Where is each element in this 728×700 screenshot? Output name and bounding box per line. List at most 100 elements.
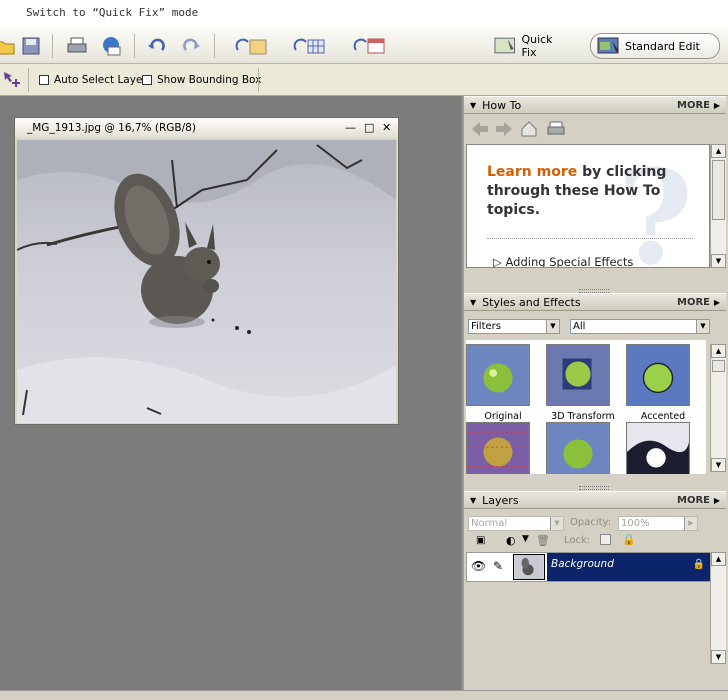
- scroll-thumb[interactable]: [712, 160, 725, 220]
- collapse-triangle-icon[interactable]: ▼: [470, 496, 476, 505]
- styles-category-select[interactable]: Filters ▼: [468, 319, 560, 334]
- how-to-scrollbar[interactable]: ▲ ▼: [710, 144, 726, 268]
- scroll-up-icon[interactable]: ▲: [711, 552, 726, 566]
- style-thumb-blur[interactable]: [546, 422, 620, 474]
- adjustment-layer-icon[interactable]: ◐: [506, 534, 516, 547]
- print-icon[interactable]: [546, 120, 566, 138]
- quick-fix-label: Quick Fix: [521, 33, 553, 59]
- how-to-more-button[interactable]: MORE: [677, 100, 710, 111]
- blend-mode-value: Normal: [471, 518, 508, 529]
- document-title-bar[interactable]: _MG_1913.jpg @ 16,7% (RGB/8): [15, 118, 398, 138]
- more-arrow-icon[interactable]: ▶: [714, 496, 720, 505]
- eye-icon[interactable]: 👁: [471, 559, 486, 573]
- collapse-triangle-icon[interactable]: ▼: [470, 298, 476, 307]
- options-separator: [258, 68, 259, 92]
- caption-text: Switch to “Quick Fix” mode: [26, 6, 199, 19]
- learn-more-link[interactable]: Learn more: [487, 164, 577, 180]
- redo-icon[interactable]: [180, 36, 202, 56]
- chevron-down-icon[interactable]: ▼: [546, 320, 559, 333]
- brush-icon[interactable]: ✎: [493, 559, 503, 573]
- email-icon[interactable]: [100, 36, 122, 56]
- undo-icon[interactable]: [146, 36, 168, 56]
- how-to-topic-label: Adding Special Effects: [505, 255, 634, 268]
- scroll-down-icon[interactable]: ▼: [711, 254, 726, 268]
- document-window[interactable]: _MG_1913.jpg @ 16,7% (RGB/8) — □ ✕: [14, 117, 399, 425]
- layer-row-background[interactable]: 👁 ✎ Background 🔒: [466, 552, 711, 582]
- apple-thumbnail: [546, 344, 610, 406]
- grid-icon[interactable]: [292, 36, 328, 56]
- layer-name-cell[interactable]: Background 🔒: [547, 553, 711, 581]
- opacity-field[interactable]: 100% ▶: [618, 516, 698, 531]
- status-bar: [0, 690, 728, 700]
- save-icon[interactable]: [20, 36, 42, 56]
- style-thumb-threshold[interactable]: [626, 422, 700, 474]
- opacity-value: 100%: [621, 518, 650, 529]
- calendar-icon[interactable]: [352, 36, 388, 56]
- close-icon[interactable]: ✕: [382, 121, 391, 134]
- layers-scrollbar[interactable]: ▲ ▼: [710, 552, 726, 664]
- lock-transparency-icon[interactable]: [600, 534, 611, 545]
- more-arrow-icon[interactable]: ▶: [714, 101, 720, 110]
- styles-more-button[interactable]: MORE: [677, 297, 710, 308]
- chevron-down-icon[interactable]: ▼: [550, 517, 563, 530]
- quick-fix-button[interactable]: Quick Fix: [488, 33, 580, 59]
- scroll-thumb[interactable]: [712, 360, 725, 372]
- main-toolbar: Quick Fix Standard Edit: [0, 28, 728, 64]
- apple-thumbnail: [626, 422, 690, 474]
- how-to-topic-link[interactable]: ▷ Adding Special Effects: [493, 255, 634, 268]
- styles-filter-select[interactable]: All ▼: [570, 319, 710, 334]
- document-title: _MG_1913.jpg @ 16,7% (RGB/8): [27, 122, 196, 134]
- auto-select-layer-label: Auto Select Layer: [54, 74, 147, 86]
- how-to-title: How To: [482, 98, 522, 112]
- chevron-down-icon[interactable]: ▼: [696, 320, 709, 333]
- scroll-down-icon[interactable]: ▼: [711, 458, 726, 472]
- how-to-content: ? Learn more by clicking through these H…: [466, 144, 710, 268]
- layers-more-button[interactable]: MORE: [677, 495, 710, 506]
- scroll-up-icon[interactable]: ▲: [711, 144, 726, 158]
- new-layer-icon[interactable]: ▣: [476, 535, 485, 546]
- auto-select-layer-checkbox[interactable]: Auto Select Layer: [39, 74, 147, 86]
- home-icon[interactable]: [520, 120, 538, 138]
- how-to-headline: Learn more by clicking through these How…: [487, 163, 687, 220]
- minimize-icon[interactable]: —: [345, 121, 356, 134]
- open-icon[interactable]: [0, 36, 16, 56]
- move-tool-icon[interactable]: [2, 70, 24, 90]
- maximize-icon[interactable]: □: [364, 121, 374, 134]
- lock-icon: 🔒: [692, 559, 705, 570]
- style-thumb-noise[interactable]: [466, 422, 540, 474]
- show-bounding-box-checkbox[interactable]: Show Bounding Box: [142, 74, 261, 86]
- styles-scrollbar[interactable]: ▲ ▼: [710, 344, 726, 472]
- apple-thumbnail: [466, 422, 530, 474]
- layers-header[interactable]: ▼ Layers MORE ▶: [464, 491, 726, 509]
- styles-filter-value: All: [573, 321, 586, 332]
- chevron-down-icon[interactable]: ▼: [522, 534, 529, 544]
- style-thumb-accented-edges[interactable]: Accented Edges: [626, 344, 700, 433]
- how-to-header[interactable]: ▼ How To MORE ▶: [464, 96, 726, 114]
- apple-thumbnail: [626, 344, 690, 406]
- collapse-triangle-icon[interactable]: ▼: [470, 101, 476, 110]
- styles-effects-header[interactable]: ▼ Styles and Effects MORE ▶: [464, 293, 726, 311]
- scroll-down-icon[interactable]: ▼: [711, 650, 726, 664]
- panel-resize-grip[interactable]: [579, 486, 609, 490]
- style-thumb-3d-transform[interactable]: 3D Transform: [546, 344, 620, 422]
- rotate-icon[interactable]: [234, 36, 270, 56]
- more-arrow-icon[interactable]: ▶: [714, 298, 720, 307]
- toolbar-separator: [52, 34, 53, 58]
- checkbox-box[interactable]: [142, 75, 152, 85]
- blend-mode-select[interactable]: Normal ▼: [468, 516, 564, 531]
- layer-name: Background: [551, 558, 614, 570]
- styles-thumbnail-grid: Original 3D Transform Accented Edges: [466, 340, 706, 474]
- chevron-right-icon[interactable]: ▶: [684, 517, 697, 530]
- back-arrow-icon[interactable]: [470, 120, 490, 138]
- style-thumb-original[interactable]: Original: [466, 344, 540, 422]
- layers-toolbar: ▣ ◐ ▼ 🗑 Lock: 🔒: [464, 533, 710, 551]
- standard-edit-button[interactable]: Standard Edit: [590, 33, 720, 59]
- trash-icon[interactable]: 🗑: [536, 534, 550, 547]
- lock-all-icon[interactable]: 🔒: [622, 533, 636, 546]
- forward-arrow-icon[interactable]: [494, 120, 514, 138]
- checkbox-box[interactable]: [39, 75, 49, 85]
- apple-thumbnail: [546, 422, 610, 474]
- print-icon[interactable]: [66, 36, 88, 56]
- scroll-up-icon[interactable]: ▲: [711, 344, 726, 358]
- tooltip-caption: Switch to “Quick Fix” mode: [0, 0, 728, 28]
